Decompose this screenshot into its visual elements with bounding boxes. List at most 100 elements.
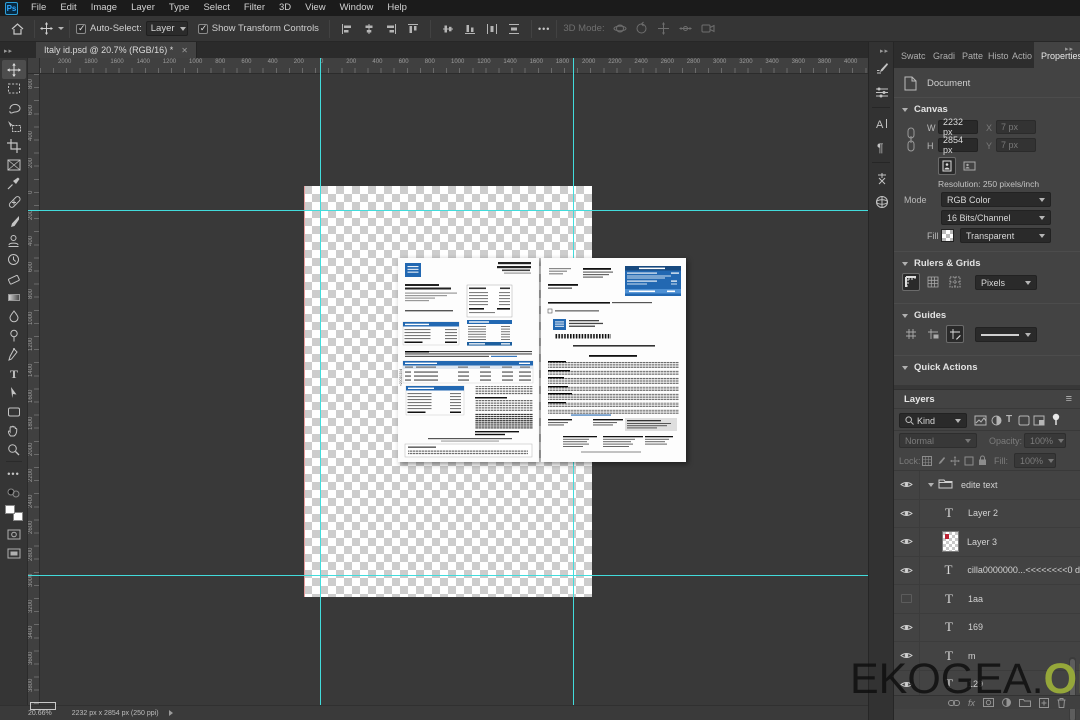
align-horizontal-centers-icon[interactable] [358, 19, 380, 39]
landscape-orientation-button[interactable] [960, 157, 978, 175]
layer-filter-kind-dropdown[interactable]: Kind [899, 413, 967, 428]
panel-tab-swatc[interactable]: Swatc [901, 51, 926, 61]
quick-mask-mode-icon[interactable] [2, 525, 26, 544]
quick-actions-section-header[interactable]: Quick Actions [894, 356, 1080, 377]
vertical-ruler[interactable]: 800 600 400 200 0 200 400 600 800 1000 1200 1400 160… [28, 74, 40, 705]
history-brush-tool[interactable] [2, 250, 26, 269]
new-layer-icon[interactable] [1039, 697, 1049, 708]
scrollbar-thumb[interactable] [1070, 659, 1075, 720]
auto-select-checkbox[interactable] [76, 23, 86, 34]
align-left-edges-icon[interactable] [336, 19, 358, 39]
dodge-tool[interactable] [2, 326, 26, 345]
move-tool-preset-icon[interactable] [40, 19, 64, 39]
collapse-toolbar-icon[interactable]: ▸▸ [4, 47, 13, 55]
canvas-section-header[interactable]: Canvas [894, 98, 1080, 119]
foreground-color[interactable] [4, 505, 15, 514]
layer-row[interactable]: T 169 [894, 613, 1080, 642]
menu-item-help[interactable]: Help [380, 0, 414, 16]
distribute-vertical-icon[interactable] [503, 19, 525, 39]
guides-section-header[interactable]: Guides [894, 304, 1080, 325]
panel-tab-gradi[interactable]: Gradi [933, 51, 955, 61]
lock-transparency-icon[interactable] [922, 456, 932, 469]
panel-menu-icon[interactable]: ≡ [1066, 393, 1072, 405]
toggle-rulers-button[interactable] [902, 273, 920, 291]
document-tab[interactable]: Italy id.psd @ 20.7% (RGB/16) * [36, 42, 197, 58]
filter-pixel-layers-icon[interactable] [974, 415, 987, 429]
fill-swatch[interactable] [941, 229, 954, 242]
filter-type-layers-icon[interactable]: T [1006, 414, 1012, 425]
character-panel-icon[interactable]: A [869, 111, 895, 135]
3d-panel-icon[interactable] [869, 190, 895, 214]
layer-name[interactable]: 129 [968, 679, 983, 689]
frame-tool[interactable] [2, 155, 26, 174]
color-swatches[interactable] [4, 505, 23, 521]
zoom-level[interactable]: 20.66% [28, 710, 52, 717]
ruler-units-dropdown[interactable]: Pixels [975, 275, 1037, 290]
guide-vertical-1[interactable] [320, 74, 321, 705]
paragraph-panel-icon[interactable]: ¶ [869, 135, 895, 159]
guide-style-dropdown[interactable] [975, 327, 1037, 342]
edit-guides-button[interactable] [946, 325, 964, 343]
edit-toolbar-icon[interactable]: ••• [2, 464, 26, 483]
close-tab-icon[interactable] [181, 45, 188, 56]
mode-dropdown[interactable]: RGB Color [941, 192, 1051, 207]
lock-pixels-icon[interactable] [936, 456, 946, 469]
filter-smart-objects-icon[interactable] [1033, 415, 1045, 429]
layer-visibility-eye-icon[interactable] [894, 528, 920, 556]
panel-tab-histo[interactable]: Histo [988, 51, 1009, 61]
shape-tool[interactable] [2, 402, 26, 421]
layer-visibility-eye-icon[interactable] [894, 499, 920, 527]
pen-tool[interactable] [2, 345, 26, 364]
move-tool[interactable] [1, 60, 26, 79]
quick-mask-fg-icon[interactable] [2, 483, 26, 502]
marquee-tool[interactable] [2, 79, 26, 98]
type-tool[interactable]: T [2, 364, 26, 383]
eyedropper-tool[interactable] [2, 174, 26, 193]
clone-stamp-tool[interactable] [2, 231, 26, 250]
menu-item-view[interactable]: View [298, 0, 332, 16]
panel-tab-actio[interactable]: Actio [1012, 51, 1032, 61]
brushes-panel-icon[interactable] [869, 56, 895, 80]
layer-name[interactable]: Layer 3 [967, 537, 997, 547]
layer-visibility-hidden[interactable] [894, 585, 920, 613]
home-icon[interactable] [6, 19, 28, 39]
show-transform-checkbox[interactable] [197, 23, 208, 34]
new-group-icon[interactable] [1019, 698, 1031, 707]
distribute-horizontal-icon[interactable] [481, 19, 503, 39]
layer-name[interactable]: 169 [968, 622, 983, 632]
align-top-edges-icon[interactable] [402, 19, 424, 39]
align-right-edges-icon[interactable] [380, 19, 402, 39]
auto-select-target-dropdown[interactable]: Layer [145, 21, 188, 36]
layer-row[interactable]: Tm [894, 642, 1080, 671]
layer-name[interactable]: cilla0000000...<<<<<<<<0 d [967, 565, 1080, 575]
menu-item-3d[interactable]: 3D [272, 0, 298, 16]
ruler-corner[interactable] [28, 58, 40, 74]
expand-panels-icon[interactable]: ▸▸ [880, 48, 889, 55]
portrait-orientation-button[interactable] [938, 157, 956, 175]
layer-name[interactable]: m [968, 651, 976, 661]
eraser-tool[interactable] [2, 269, 26, 288]
menu-item-file[interactable]: File [24, 0, 53, 16]
lock-all-icon[interactable] [978, 455, 987, 469]
panel-tab-patte[interactable]: Patte [962, 51, 983, 61]
brush-settings-panel-icon[interactable] [869, 80, 895, 104]
lock-position-icon[interactable] [950, 456, 960, 469]
path-selection-tool[interactable] [2, 383, 26, 402]
align-vertical-centers-icon[interactable] [437, 19, 459, 39]
menu-item-layer[interactable]: Layer [124, 0, 162, 16]
layer-visibility-eye-icon[interactable] [894, 471, 920, 499]
hand-tool[interactable] [2, 421, 26, 440]
align-bottom-edges-icon[interactable] [459, 19, 481, 39]
layers-panel-header[interactable]: Layers ≡ [894, 389, 1080, 409]
height-field[interactable]: 2854 px [938, 135, 978, 155]
toggle-guides-button[interactable] [902, 325, 920, 343]
layer-row[interactable]: Tcilla0000000...<<<<<<<<0 d [894, 556, 1080, 585]
menu-item-type[interactable]: Type [162, 0, 197, 16]
layer-row[interactable]: Layer 3 [894, 528, 1080, 557]
crop-tool[interactable] [2, 136, 26, 155]
more-options-icon[interactable]: ••• [538, 24, 550, 34]
canvas-viewport[interactable]: «20020204 [40, 74, 868, 705]
guide-horizontal-1[interactable] [40, 210, 868, 211]
group-expand-chevron-icon[interactable] [928, 482, 934, 487]
menu-item-select[interactable]: Select [196, 0, 236, 16]
